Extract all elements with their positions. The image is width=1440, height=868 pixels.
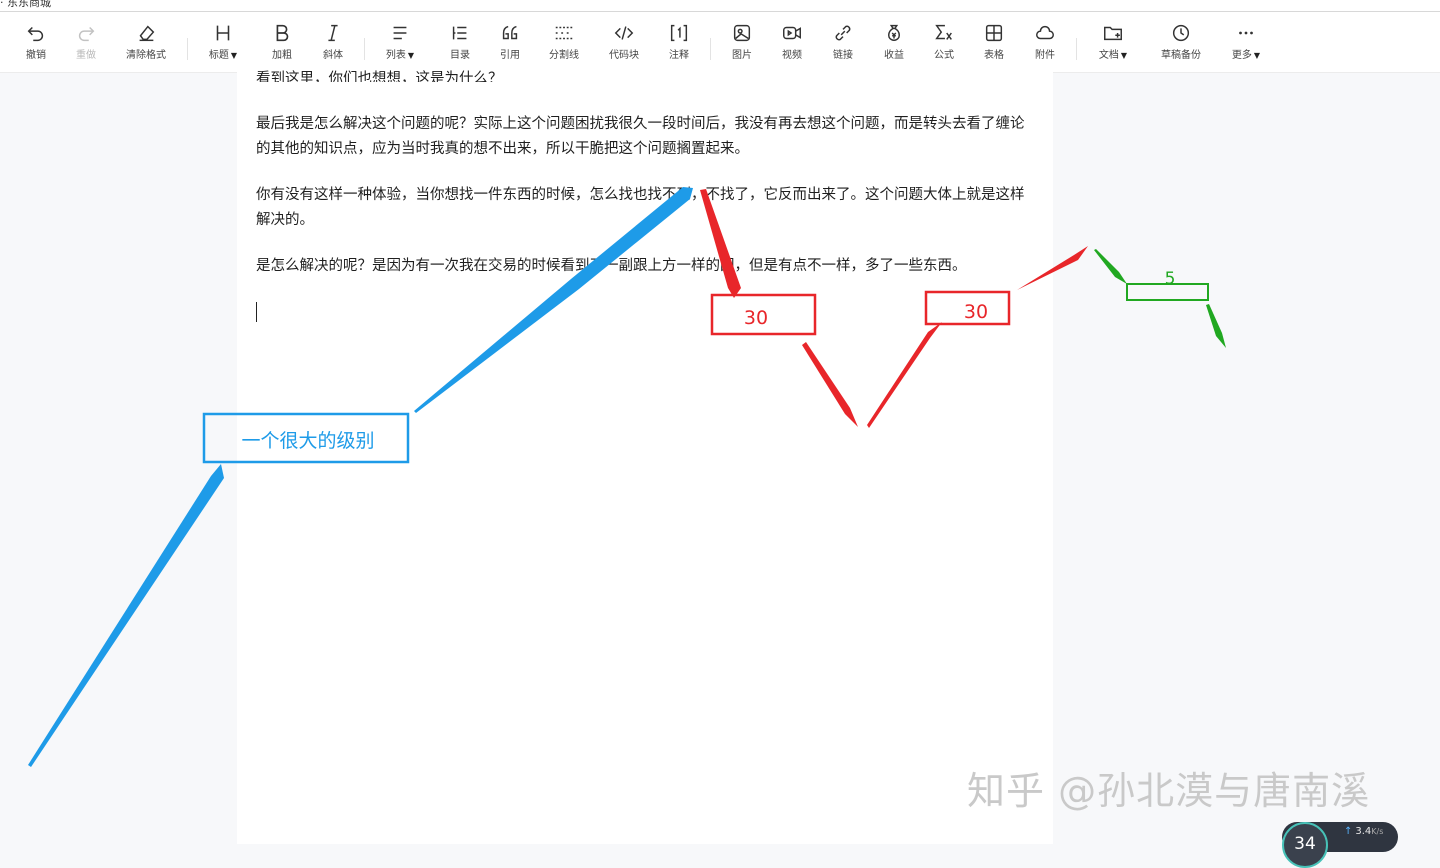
heading-icon (216, 25, 230, 41)
more-icon (1239, 31, 1253, 35)
image-label: 图片 (732, 50, 752, 61)
video-label: 视频 (782, 50, 802, 61)
divider-icon (555, 26, 573, 40)
image-icon (733, 24, 751, 42)
list-label: 列表 (385, 50, 406, 61)
quote-button[interactable]: 引用 (484, 22, 536, 61)
video-icon (783, 26, 801, 40)
clock-icon (1172, 24, 1190, 42)
toolbar-separator (1076, 38, 1077, 60)
footnote-label: 注释 (669, 50, 689, 61)
cloud-icon (1036, 25, 1054, 40)
link-icon (835, 25, 851, 41)
formula-button[interactable]: 公式 (918, 22, 970, 61)
green-annotation-box (1126, 283, 1209, 301)
window-title-strip: · 东东商城 (0, 0, 1440, 12)
table-icon (985, 24, 1003, 42)
chevron-down-icon: ▼ (230, 51, 238, 60)
heading-label: 标题 (208, 50, 229, 61)
draft-backup-button[interactable]: 草稿备份 (1155, 22, 1207, 61)
undo-label: 撤销 (26, 50, 46, 61)
bold-label: 加粗 (272, 50, 292, 61)
earnings-button[interactable]: 收益 (868, 22, 920, 61)
editor-page[interactable]: 看到这里，你们也想想，这是为什么？ 最后我是怎么解决这个问题的呢？实际上这个问题… (237, 71, 1053, 844)
green-arrow-stroke (1206, 304, 1226, 348)
formula-label: 公式 (934, 50, 954, 61)
undo-button[interactable]: 撤销 (10, 22, 62, 61)
money-bag-icon (888, 24, 900, 42)
earnings-label: 收益 (884, 50, 904, 61)
link-button[interactable]: 链接 (817, 22, 869, 61)
network-speed-widget[interactable]: 34 ↑ 3.4K/s (1282, 822, 1398, 868)
formula-icon (935, 24, 952, 40)
document-button[interactable]: 文档 ▼ (1087, 22, 1139, 61)
redo-label: 重做 (76, 50, 96, 61)
upload-rate-unit: K/s (1371, 827, 1384, 836)
green-arrow-stroke (1094, 249, 1127, 284)
upload-rate-value: 3.4 (1355, 826, 1372, 837)
list-icon (393, 26, 407, 40)
italic-icon (328, 24, 338, 42)
text-cursor (256, 302, 257, 322)
divider-button[interactable]: 分割线 (538, 22, 590, 61)
upload-arrow-icon: ↑ (1344, 826, 1353, 837)
draft-backup-label: 草稿备份 (1161, 50, 1201, 61)
clear-format-button[interactable]: 清除格式 (120, 22, 172, 61)
code-icon (614, 26, 634, 40)
folder-add-icon (1104, 26, 1122, 41)
toolbar-separator (364, 38, 365, 60)
table-button[interactable]: 表格 (968, 22, 1020, 61)
link-label: 链接 (833, 50, 853, 61)
table-label: 表格 (984, 50, 1004, 61)
more-label: 更多 (1231, 50, 1252, 61)
toc-label: 目录 (450, 50, 470, 61)
document-label: 文档 (1098, 50, 1119, 61)
upload-rate: ↑ 3.4K/s (1344, 826, 1383, 837)
quote-label: 引用 (500, 50, 520, 61)
eraser-icon (139, 25, 155, 42)
chevron-down-icon: ▼ (1120, 51, 1128, 60)
italic-label: 斜体 (323, 50, 343, 61)
quote-icon (502, 25, 518, 40)
toolbar-separator (187, 38, 188, 60)
italic-button[interactable]: 斜体 (307, 22, 359, 61)
code-block-label: 代码块 (609, 50, 639, 61)
video-button[interactable]: 视频 (766, 22, 818, 61)
code-block-button[interactable]: 代码块 (598, 22, 650, 61)
list-button[interactable]: 列表 ▼ (374, 22, 426, 61)
paragraph[interactable]: 看到这里，你们也想想，这是为什么？ (256, 64, 1038, 82)
image-button[interactable]: 图片 (716, 22, 768, 61)
clear-format-label: 清除格式 (126, 50, 166, 61)
watermark: 知乎 @孙北漠与唐南溪 (967, 769, 1371, 813)
footnote-icon (670, 24, 688, 42)
paragraph[interactable]: 你有没有这样一种体验，当你想找一件东西的时候，怎么找也找不到，不找了，它反而出来… (256, 183, 1038, 233)
toc-button[interactable]: 目录 (434, 22, 486, 61)
more-button[interactable]: 更多 ▼ (1220, 22, 1272, 61)
attachment-button[interactable]: 附件 (1019, 22, 1071, 61)
window-title: · 东东商城 (0, 0, 51, 9)
speed-percent: 34 (1282, 822, 1328, 868)
toc-icon (452, 26, 467, 40)
redo-icon (78, 26, 95, 42)
paragraph[interactable]: 是怎么解决的呢？是因为有一次我在交易的时候看到了一副跟上方一样的图，但是有点不一… (256, 254, 1038, 279)
divider-label: 分割线 (549, 50, 579, 61)
heading-button[interactable]: 标题 ▼ (197, 22, 249, 61)
attachment-label: 附件 (1035, 50, 1055, 61)
paragraph[interactable]: 最后我是怎么解决这个问题的呢？实际上这个问题困扰我很久一段时间后，我没有再去想这… (256, 112, 1038, 162)
toolbar-separator (710, 38, 711, 60)
bold-icon (276, 24, 289, 42)
footnote-button[interactable]: 注释 (653, 22, 705, 61)
undo-icon (27, 26, 44, 42)
green-box-label: 5 (1165, 269, 1176, 289)
chevron-down-icon: ▼ (1253, 51, 1261, 60)
chevron-down-icon: ▼ (407, 51, 415, 60)
bold-button[interactable]: 加粗 (256, 22, 308, 61)
blue-arrow-stroke (28, 464, 224, 767)
redo-button[interactable]: 重做 (60, 22, 112, 61)
